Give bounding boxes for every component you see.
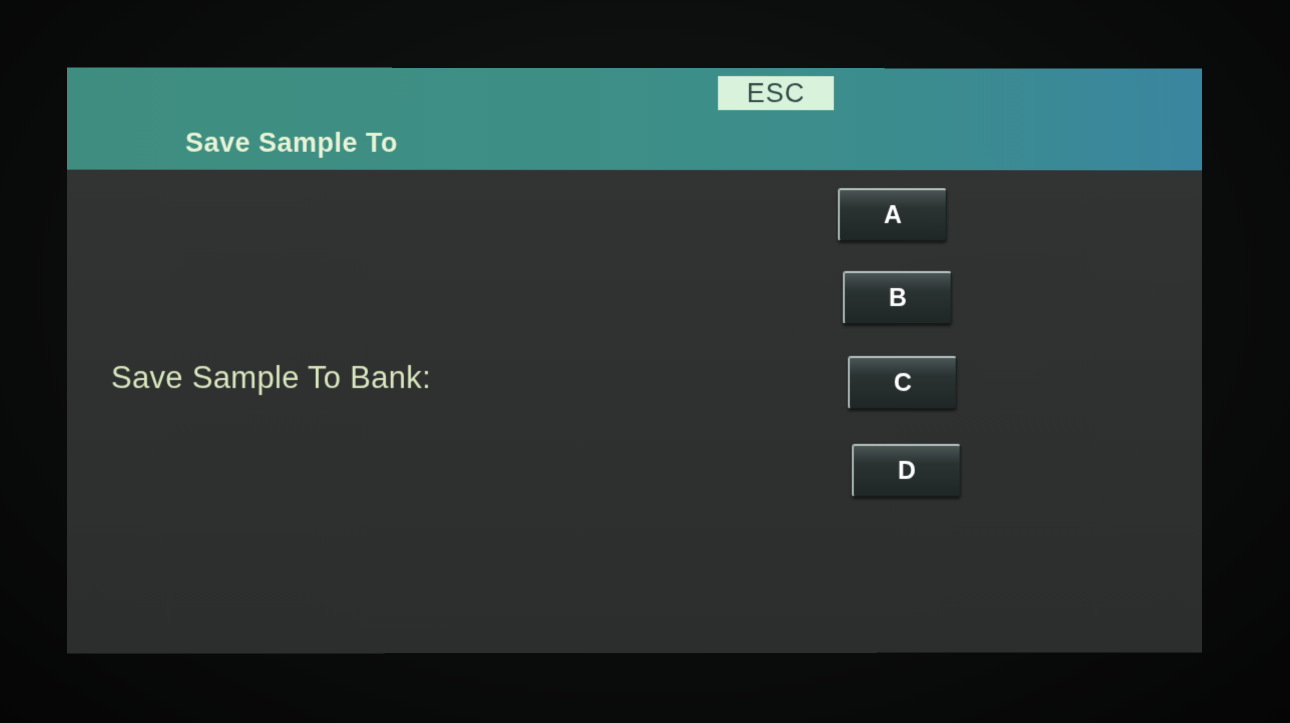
page-title: Save Sample To bbox=[185, 127, 398, 158]
display-screen: ESC Save Sample To Save Sample To Bank: … bbox=[66, 67, 1202, 654]
bank-d-button[interactable]: D bbox=[851, 443, 961, 497]
header-bar: ESC Save Sample To bbox=[66, 67, 1202, 171]
device-bezel: ESC Save Sample To Save Sample To Bank: … bbox=[0, 0, 1290, 723]
save-bank-label: Save Sample To Bank: bbox=[111, 359, 431, 396]
bank-c-button[interactable]: C bbox=[847, 356, 957, 409]
esc-button[interactable]: ESC bbox=[717, 76, 834, 111]
bank-a-button[interactable]: A bbox=[837, 188, 947, 242]
bank-b-button[interactable]: B bbox=[842, 271, 952, 325]
